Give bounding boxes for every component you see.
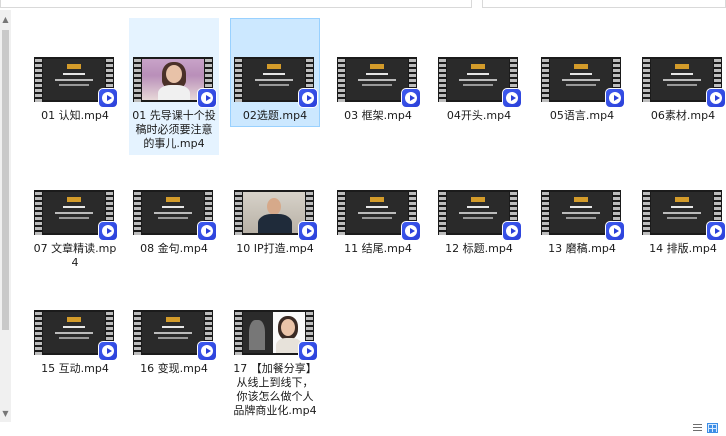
file-thumbnail xyxy=(234,190,318,241)
video-play-icon xyxy=(605,88,625,108)
file-thumbnail xyxy=(234,57,318,108)
file-name: 17 【加餐分享】从线上到线下，你该怎么做个人品牌商业化.mp4 xyxy=(233,362,317,417)
video-play-icon xyxy=(298,341,318,361)
file-name: 03 框架.mp4 xyxy=(344,109,412,122)
file-name: 13 磨稿.mp4 xyxy=(548,242,616,255)
file-thumbnail xyxy=(337,190,421,241)
video-play-icon xyxy=(298,221,318,241)
video-thumbnail xyxy=(43,312,105,353)
file-thumbnail xyxy=(642,57,726,108)
file-name: 07 文章精读.mp4 xyxy=(33,242,117,269)
file-thumbnail xyxy=(541,57,625,108)
file-item[interactable]: 16 变现.mp4 xyxy=(129,271,219,380)
file-item[interactable]: 04开头.mp4 xyxy=(434,18,524,127)
video-play-icon xyxy=(706,88,726,108)
file-name: 16 变现.mp4 xyxy=(140,362,208,375)
file-name: 14 排版.mp4 xyxy=(649,242,717,255)
file-name: 02选题.mp4 xyxy=(242,109,308,122)
video-thumbnail xyxy=(550,59,612,100)
file-name: 10 IP打造.mp4 xyxy=(236,242,314,255)
video-thumbnail xyxy=(346,59,408,100)
file-thumbnail xyxy=(541,190,625,241)
video-thumbnail xyxy=(142,312,204,353)
file-name: 15 互动.mp4 xyxy=(41,362,109,375)
video-play-icon xyxy=(197,221,217,241)
video-play-icon xyxy=(298,88,318,108)
file-name: 06素材.mp4 xyxy=(650,109,716,122)
file-name: 08 金句.mp4 xyxy=(140,242,208,255)
video-thumbnail xyxy=(447,59,509,100)
view-mode-buttons xyxy=(692,423,722,433)
file-item[interactable]: 14 排版.mp4 xyxy=(638,151,726,260)
video-thumbnail xyxy=(550,192,612,233)
file-item[interactable]: 08 金句.mp4 xyxy=(129,151,219,260)
video-thumbnail xyxy=(43,192,105,233)
file-thumbnail xyxy=(337,57,421,108)
video-thumbnail xyxy=(346,192,408,233)
file-thumbnail xyxy=(234,310,318,361)
file-item[interactable]: 12 标题.mp4 xyxy=(434,151,524,260)
file-name: 05语言.mp4 xyxy=(549,109,615,122)
file-thumbnail xyxy=(438,57,522,108)
scrollbar-thumb[interactable] xyxy=(2,30,9,330)
file-thumbnail xyxy=(438,190,522,241)
video-thumbnail xyxy=(243,192,305,233)
file-item[interactable]: 11 结尾.mp4 xyxy=(333,151,423,260)
file-thumbnail xyxy=(642,190,726,241)
video-play-icon xyxy=(98,341,118,361)
video-thumbnail xyxy=(142,192,204,233)
file-thumbnail xyxy=(34,57,118,108)
file-name: 04开头.mp4 xyxy=(446,109,512,122)
file-item[interactable]: 01 先导课十个投稿时必须要注意的事儿.mp4 xyxy=(129,18,219,155)
file-item[interactable]: 03 框架.mp4 xyxy=(333,18,423,127)
video-thumbnail xyxy=(447,192,509,233)
file-item[interactable]: 17 【加餐分享】从线上到线下，你该怎么做个人品牌商业化.mp4 xyxy=(230,271,320,422)
file-item[interactable]: 07 文章精读.mp4 xyxy=(30,151,120,274)
vertical-scrollbar[interactable]: ▲ ▼ xyxy=(0,10,11,422)
video-play-icon xyxy=(502,88,522,108)
file-name: 11 结尾.mp4 xyxy=(344,242,412,255)
video-thumbnail xyxy=(651,59,713,100)
file-item[interactable]: 02选题.mp4 xyxy=(230,18,320,127)
video-thumbnail xyxy=(43,59,105,100)
search-box[interactable] xyxy=(482,0,726,8)
scroll-down-arrow-icon[interactable]: ▼ xyxy=(0,408,11,420)
video-play-icon xyxy=(706,221,726,241)
file-name: 01 认知.mp4 xyxy=(41,109,109,122)
file-thumbnail xyxy=(133,190,217,241)
file-item[interactable]: 01 认知.mp4 xyxy=(30,18,120,127)
file-thumbnail xyxy=(34,190,118,241)
file-thumbnail xyxy=(133,310,217,361)
video-play-icon xyxy=(197,88,217,108)
file-thumbnail xyxy=(133,57,217,108)
details-view-icon[interactable] xyxy=(692,423,703,433)
file-item[interactable]: 06素材.mp4 xyxy=(638,18,726,127)
video-thumbnail xyxy=(142,59,204,100)
file-item[interactable]: 13 磨稿.mp4 xyxy=(537,151,627,260)
video-play-icon xyxy=(197,341,217,361)
video-thumbnail xyxy=(243,312,305,353)
video-thumbnail xyxy=(651,192,713,233)
file-thumbnail xyxy=(34,310,118,361)
video-play-icon xyxy=(401,221,421,241)
file-grid: 01 认知.mp4 01 先导课十个投稿时必须要注意的事儿.mp4 02选题.mp4… xyxy=(11,10,726,422)
large-icons-view-icon[interactable] xyxy=(707,423,718,433)
scroll-up-arrow-icon[interactable]: ▲ xyxy=(0,14,11,26)
address-bar-area xyxy=(0,0,726,10)
file-item[interactable]: 05语言.mp4 xyxy=(537,18,627,127)
file-item[interactable]: 15 互动.mp4 xyxy=(30,271,120,380)
file-item[interactable]: 10 IP打造.mp4 xyxy=(230,151,320,260)
file-name: 12 标题.mp4 xyxy=(445,242,513,255)
video-play-icon xyxy=(98,221,118,241)
video-play-icon xyxy=(98,88,118,108)
file-name: 01 先导课十个投稿时必须要注意的事儿.mp4 xyxy=(132,109,216,150)
video-play-icon xyxy=(605,221,625,241)
address-bar[interactable] xyxy=(0,0,472,8)
video-play-icon xyxy=(401,88,421,108)
video-thumbnail xyxy=(243,59,305,100)
video-play-icon xyxy=(502,221,522,241)
